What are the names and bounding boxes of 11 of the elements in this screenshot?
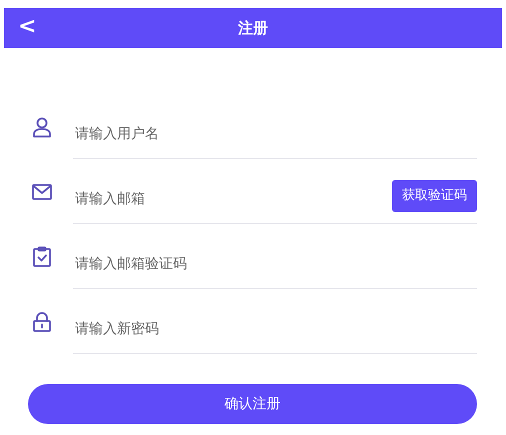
- clipboard-check-icon: [31, 246, 53, 268]
- user-icon: [31, 116, 53, 138]
- register-button[interactable]: 确认注册: [28, 384, 477, 424]
- lock-icon: [31, 310, 53, 332]
- page-title: 注册: [238, 18, 268, 39]
- get-code-button[interactable]: 获取验证码: [392, 180, 477, 212]
- input-field[interactable]: 请输入用户名: [73, 124, 477, 144]
- back-button[interactable]: <: [14, 14, 40, 40]
- input-field[interactable]: 请输入邮箱: [73, 188, 392, 210]
- input-field[interactable]: 请输入邮箱验证码: [73, 254, 477, 274]
- input-field[interactable]: 请输入新密码: [73, 318, 477, 340]
